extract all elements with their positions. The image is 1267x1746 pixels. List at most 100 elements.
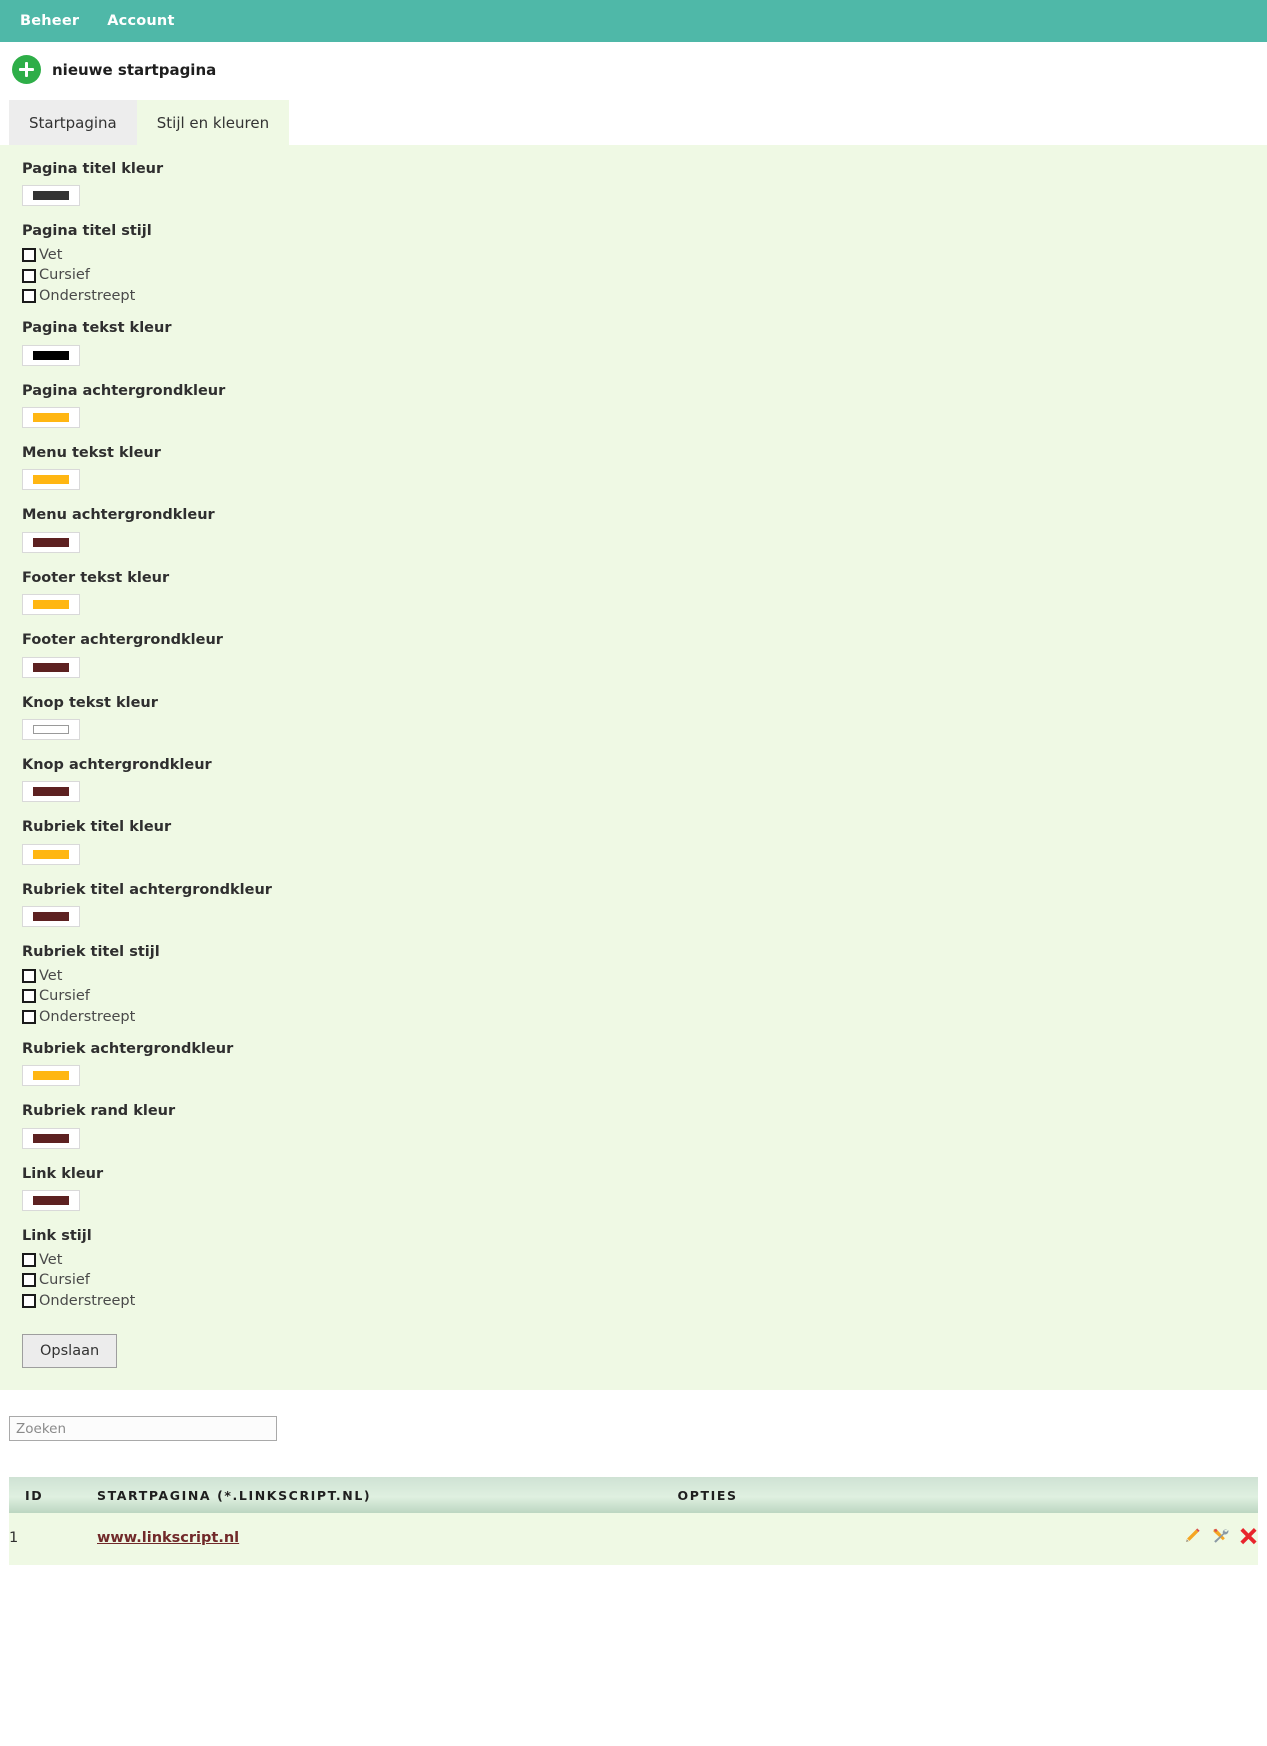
top-navigation-bar: Beheer Account bbox=[0, 0, 1267, 42]
save-row: Opslaan bbox=[0, 1308, 1267, 1369]
nav-beheer[interactable]: Beheer bbox=[16, 0, 93, 42]
field-label: Knop tekst kleur bbox=[22, 694, 158, 711]
color-picker[interactable] bbox=[22, 407, 80, 429]
field-pagina-titel-stijl: Pagina titel stijl Vet Cursief Onderstreept bbox=[0, 223, 1267, 304]
field-rubriek-titel-stijl: Rubriek titel stijl Vet Cursief Onderstreep… bbox=[0, 944, 1267, 1024]
new-startpage-label[interactable]: nieuwe startpagina bbox=[52, 61, 216, 79]
field-label: Menu achtergrondkleur bbox=[22, 507, 215, 524]
color-swatch bbox=[33, 1071, 69, 1081]
field-label: Rubriek achtergrondkleur bbox=[22, 1041, 234, 1058]
color-picker[interactable] bbox=[22, 906, 80, 928]
checkbox-onderstreept[interactable] bbox=[22, 289, 36, 304]
checkbox-cursief[interactable] bbox=[22, 989, 36, 1004]
checkbox-vet[interactable] bbox=[22, 968, 36, 983]
field-label: Footer tekst kleur bbox=[22, 569, 170, 586]
edit-pencil-icon[interactable] bbox=[1183, 1526, 1202, 1545]
checkbox-label: Vet bbox=[39, 1251, 63, 1268]
color-picker[interactable] bbox=[22, 185, 80, 207]
field-pagina-tekst-kleur: Pagina tekst kleur bbox=[0, 320, 1267, 366]
new-startpage-action[interactable]: nieuwe startpagina bbox=[0, 42, 1267, 97]
search-input[interactable] bbox=[9, 1416, 277, 1442]
tab-bar: Startpagina Stijl en kleuren bbox=[0, 100, 1267, 145]
checkbox-onderstreept[interactable] bbox=[22, 1293, 36, 1308]
checkbox-row[interactable]: Vet bbox=[22, 969, 1267, 984]
field-label: Pagina tekst kleur bbox=[22, 320, 172, 337]
checkbox-row[interactable]: Onderstreept bbox=[22, 1294, 1267, 1309]
checkbox-row[interactable]: Cursief bbox=[22, 1273, 1267, 1288]
field-footer-tekst-kleur: Footer tekst kleur bbox=[0, 569, 1267, 616]
save-button[interactable]: Opslaan bbox=[22, 1334, 118, 1369]
checkbox-label: Vet bbox=[39, 246, 63, 263]
checkbox-label: Cursief bbox=[39, 267, 90, 284]
checkbox-cursief[interactable] bbox=[22, 268, 36, 283]
checkbox-row[interactable]: Onderstreept bbox=[22, 1010, 1267, 1025]
tab-stijl-en-kleuren[interactable]: Stijl en kleuren bbox=[136, 100, 290, 145]
color-picker[interactable] bbox=[22, 843, 80, 865]
checkbox-label: Onderstreept bbox=[39, 287, 136, 304]
color-swatch bbox=[33, 350, 69, 360]
color-picker[interactable] bbox=[22, 1127, 80, 1149]
color-picker[interactable] bbox=[22, 469, 80, 491]
tools-icon[interactable] bbox=[1211, 1526, 1230, 1545]
field-menu-tekst-kleur: Menu tekst kleur bbox=[0, 445, 1267, 491]
color-swatch bbox=[33, 191, 69, 201]
checkbox-onderstreept[interactable] bbox=[22, 1009, 36, 1024]
color-swatch bbox=[33, 600, 69, 610]
color-picker[interactable] bbox=[22, 781, 80, 803]
row-id: 1 bbox=[9, 1513, 97, 1566]
plus-circle-icon[interactable] bbox=[12, 55, 41, 84]
table-header-options: OPTIES bbox=[677, 1477, 1258, 1514]
color-swatch bbox=[33, 725, 69, 735]
color-picker[interactable] bbox=[22, 1065, 80, 1087]
checkbox-cursief[interactable] bbox=[22, 1273, 36, 1288]
color-swatch bbox=[33, 1196, 69, 1206]
row-options-cell bbox=[677, 1513, 1258, 1566]
field-footer-achtergrondkleur: Footer achtergrondkleur bbox=[0, 632, 1267, 678]
color-swatch bbox=[33, 413, 69, 423]
field-label: Pagina achtergrondkleur bbox=[22, 382, 226, 399]
checkbox-row[interactable]: Cursief bbox=[22, 989, 1267, 1004]
color-swatch bbox=[33, 537, 69, 547]
field-rubriek-titel-kleur: Rubriek titel kleur bbox=[0, 819, 1267, 865]
color-picker[interactable] bbox=[22, 531, 80, 553]
color-swatch bbox=[33, 1133, 69, 1143]
field-menu-achtergrondkleur: Menu achtergrondkleur bbox=[0, 507, 1267, 553]
color-swatch bbox=[33, 475, 69, 485]
color-picker[interactable] bbox=[22, 344, 80, 366]
field-rubriek-rand-kleur: Rubriek rand kleur bbox=[0, 1103, 1267, 1149]
color-picker[interactable] bbox=[22, 1190, 80, 1212]
field-pagina-titel-kleur: Pagina titel kleur bbox=[0, 161, 1267, 207]
checkbox-row[interactable]: Vet bbox=[22, 1253, 1267, 1268]
checkbox-row[interactable]: Onderstreept bbox=[22, 289, 1267, 304]
startpage-table: ID STARTPAGINA (*.LINKSCRIPT.NL) OPTIES … bbox=[9, 1477, 1258, 1566]
field-label: Rubriek rand kleur bbox=[22, 1103, 176, 1120]
checkbox-vet[interactable] bbox=[22, 248, 36, 263]
checkbox-vet[interactable] bbox=[22, 1252, 36, 1267]
style-and-colors-panel: Pagina titel kleur Pagina titel stijl Vet C… bbox=[0, 145, 1267, 1391]
checkbox-row[interactable]: Cursief bbox=[22, 268, 1267, 283]
field-label: Pagina titel stijl bbox=[22, 223, 152, 240]
color-picker[interactable] bbox=[22, 719, 80, 741]
checkbox-label: Onderstreept bbox=[39, 1008, 136, 1025]
nav-account[interactable]: Account bbox=[93, 0, 188, 42]
field-link-kleur: Link kleur bbox=[0, 1166, 1267, 1212]
startpage-table-wrap: ID STARTPAGINA (*.LINKSCRIPT.NL) OPTIES … bbox=[0, 1477, 1267, 1566]
checkbox-label: Cursief bbox=[39, 1272, 90, 1289]
color-swatch bbox=[33, 787, 69, 797]
tab-startpagina[interactable]: Startpagina bbox=[9, 100, 137, 145]
table-body: 1 www.linkscript.nl bbox=[9, 1513, 1258, 1566]
row-link[interactable]: www.linkscript.nl bbox=[97, 1530, 239, 1546]
search-row bbox=[0, 1390, 1267, 1442]
table-row: 1 www.linkscript.nl bbox=[9, 1513, 1258, 1566]
color-picker[interactable] bbox=[22, 594, 80, 616]
table-head: ID STARTPAGINA (*.LINKSCRIPT.NL) OPTIES bbox=[9, 1477, 1258, 1514]
color-swatch bbox=[33, 912, 69, 922]
field-pagina-achtergrondkleur: Pagina achtergrondkleur bbox=[0, 382, 1267, 429]
checkbox-row[interactable]: Vet bbox=[22, 248, 1267, 263]
checkbox-label: Vet bbox=[39, 967, 63, 984]
color-picker[interactable] bbox=[22, 656, 80, 678]
field-knop-tekst-kleur: Knop tekst kleur bbox=[0, 694, 1267, 741]
delete-cross-icon[interactable] bbox=[1239, 1526, 1258, 1545]
table-header-name: STARTPAGINA (*.LINKSCRIPT.NL) bbox=[97, 1477, 678, 1514]
color-swatch bbox=[33, 662, 69, 672]
